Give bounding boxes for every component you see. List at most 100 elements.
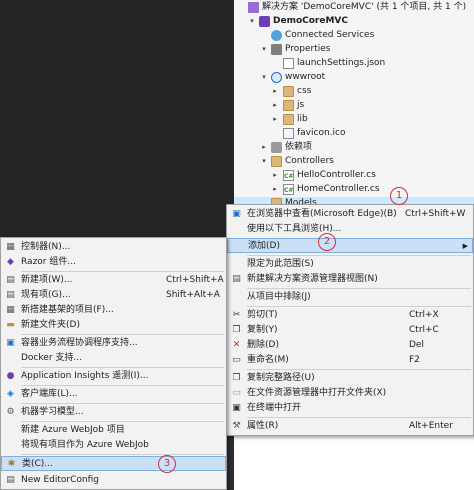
folder-icon (283, 86, 294, 97)
submenu-item-scaffolded-item[interactable]: ▦ 新搭建基架的项目(F)... (1, 303, 226, 318)
menu-shortcut: Ctrl+Shift+W (405, 209, 466, 219)
submenu-item-controller[interactable]: ▦ 控制器(N)... (1, 240, 226, 255)
globe-icon (271, 72, 282, 83)
menu-item-open-in-explorer[interactable]: ▭ 在文件资源管理器中打开文件夹(X) (227, 386, 473, 401)
folder-icon (283, 100, 294, 111)
client-library-icon: ◈ (7, 389, 14, 399)
menu-item-view-in-browser[interactable]: ▣ 在浏览器中查看(Microsoft Edge)(B) Ctrl+Shift+… (227, 207, 473, 222)
menu-label: 属性(R) (247, 421, 279, 431)
menu-item-new-explorer-view[interactable]: ▤ 新建解决方案资源管理器视图(N) (227, 272, 473, 287)
submenu-item-existing-item[interactable]: ▤ 现有项(G)... Shift+Alt+A (1, 288, 226, 303)
cut-icon: ✂ (232, 310, 241, 320)
menu-item-browse-with[interactable]: 使用以下工具浏览(H)... (227, 222, 473, 237)
menu-label: 限定为此范围(S) (247, 259, 314, 269)
submenu-item-class[interactable]: ✱ 类(C)... (1, 456, 226, 471)
folder-open-icon: ▭ (232, 388, 241, 398)
menu-item-copy-full-path[interactable]: ❐ 复制完整路径(U) (227, 371, 473, 386)
add-submenu: ▦ 控制器(N)... ◆ Razor 组件... ▤ 新建项(W)... Ct… (0, 237, 227, 490)
tree-label: lib (297, 114, 308, 124)
expand-arrow-icon[interactable]: ▸ (271, 99, 279, 112)
tree-row-connected-services[interactable]: Connected Services (234, 29, 474, 42)
menu-separator (21, 385, 224, 386)
menu-separator (247, 288, 471, 289)
menu-item-cut[interactable]: ✂ 剪切(T) Ctrl+X (227, 308, 473, 323)
menu-label: 新建项(W)... (21, 275, 73, 285)
menu-item-exclude-from-project[interactable]: 从项目中排除(J) (227, 290, 473, 305)
menu-label: 复制(Y) (247, 325, 278, 335)
json-file-icon (283, 58, 294, 69)
container-icon: ▣ (6, 338, 15, 348)
tree-row-homecontroller[interactable]: ▸ HomeController.cs (234, 183, 474, 197)
submenu-item-existing-azure-webjob[interactable]: 将现有项目作为 Azure WebJob (1, 438, 226, 453)
tree-row-favicon[interactable]: favicon.ico (234, 127, 474, 140)
submenu-item-razor-component[interactable]: ◆ Razor 组件... (1, 255, 226, 270)
menu-label: 添加(D) (248, 241, 280, 251)
menu-label: 类(C)... (22, 459, 53, 469)
tree-label: Connected Services (285, 30, 375, 40)
tree-label: js (297, 100, 305, 110)
tree-row-launchsettings[interactable]: launchSettings.json (234, 57, 474, 70)
menu-label: 容器业务流程协调程序支持... (21, 338, 138, 348)
submenu-item-client-library[interactable]: ◈ 客户端库(L)... (1, 387, 226, 402)
menu-label: 在浏览器中查看(Microsoft Edge)(B) (247, 209, 397, 219)
menu-item-properties[interactable]: ⚒ 属性(R) Alt+Enter (227, 419, 473, 434)
expand-arrow-icon[interactable]: ▾ (260, 43, 268, 56)
new-view-icon: ▤ (232, 274, 241, 284)
tree-row-wwwroot[interactable]: ▾ wwwroot (234, 71, 474, 84)
dependencies-icon (271, 142, 282, 153)
existing-item-icon: ▤ (6, 290, 15, 300)
submenu-item-new-item[interactable]: ▤ 新建项(W)... Ctrl+Shift+A (1, 273, 226, 288)
menu-label: 删除(D) (247, 340, 279, 350)
submenu-item-new-azure-webjob[interactable]: 新建 Azure WebJob 项目 (1, 423, 226, 438)
expand-arrow-icon[interactable]: ▸ (271, 169, 279, 182)
menu-separator (21, 421, 224, 422)
expand-arrow-icon[interactable]: ▸ (271, 113, 279, 126)
expand-arrow-icon[interactable]: ▾ (260, 71, 268, 84)
menu-label: Docker 支持... (21, 353, 82, 363)
tree-row-properties[interactable]: ▾ Properties (234, 43, 474, 56)
annotation-badge-1: 1 (390, 187, 408, 205)
tree-row-controllers[interactable]: ▾ Controllers (234, 155, 474, 168)
tree-label: 解决方案 'DemoCoreMVC' (共 1 个项目, 共 1 个) (262, 2, 467, 12)
submenu-item-new-folder[interactable]: ▬ 新建文件夹(D) (1, 318, 226, 333)
menu-item-open-in-terminal[interactable]: ▣ 在终端中打开 (227, 401, 473, 416)
menu-item-copy[interactable]: ❐ 复制(Y) Ctrl+C (227, 323, 473, 338)
browser-icon: ▣ (232, 209, 241, 219)
expand-arrow-icon[interactable]: ▸ (271, 85, 279, 98)
submenu-item-docker-support[interactable]: Docker 支持... (1, 351, 226, 366)
submenu-item-ml-model[interactable]: ⚙ 机器学习模型... (1, 405, 226, 420)
menu-separator (247, 369, 471, 370)
submenu-item-app-insights[interactable]: ● Application Insights 遥测(I)... (1, 369, 226, 384)
tree-row-project[interactable]: ▾ DemoCoreMVC (234, 15, 474, 28)
tree-label: launchSettings.json (297, 58, 386, 68)
annotation-badge-2: 2 (318, 233, 336, 251)
menu-item-add[interactable]: 添加(D) ▶ (227, 238, 473, 253)
menu-shortcut: Ctrl+X (409, 310, 439, 320)
controller-icon: ▦ (6, 242, 15, 252)
connected-services-icon (271, 30, 282, 41)
tree-row-hellocontroller[interactable]: ▸ HelloController.cs (234, 169, 474, 183)
menu-item-delete[interactable]: ✕ 删除(D) Del (227, 338, 473, 353)
expand-arrow-icon[interactable]: ▸ (260, 141, 268, 154)
folder-icon (283, 114, 294, 125)
context-menu: ▣ 在浏览器中查看(Microsoft Edge)(B) Ctrl+Shift+… (226, 204, 474, 436)
menu-shortcut: Shift+Alt+A (166, 290, 220, 300)
editorconfig-icon: ▤ (6, 475, 15, 485)
tree-row-css[interactable]: ▸ css (234, 85, 474, 98)
menu-label: 将现有项目作为 Azure WebJob (21, 440, 149, 450)
tree-row-dependencies[interactable]: ▸ 依赖项 (234, 141, 474, 154)
tree-row-solution[interactable]: 解决方案 'DemoCoreMVC' (共 1 个项目, 共 1 个) (234, 1, 474, 14)
menu-label: 新建 Azure WebJob 项目 (21, 425, 125, 435)
menu-item-rename[interactable]: ▭ 重命名(M) F2 (227, 353, 473, 368)
menu-shortcut: Del (409, 340, 424, 350)
expand-arrow-icon[interactable]: ▸ (271, 183, 279, 196)
tree-row-lib[interactable]: ▸ lib (234, 113, 474, 126)
tree-label: css (297, 86, 312, 96)
menu-item-scope-to-this[interactable]: 限定为此范围(S) (227, 257, 473, 272)
tree-row-js[interactable]: ▸ js (234, 99, 474, 112)
expand-arrow-icon[interactable]: ▾ (260, 155, 268, 168)
expand-arrow-icon[interactable]: ▾ (248, 15, 256, 28)
submenu-item-container-orchestrator[interactable]: ▣ 容器业务流程协调程序支持... (1, 336, 226, 351)
submenu-item-new-editorconfig[interactable]: ▤ New EditorConfig (1, 473, 226, 488)
tree-label: HomeController.cs (297, 184, 380, 194)
